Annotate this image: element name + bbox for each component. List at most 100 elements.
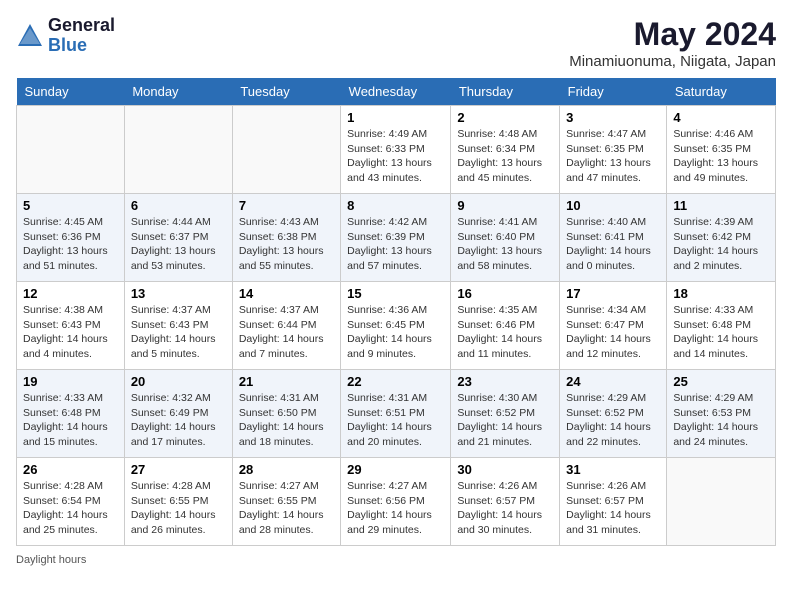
table-row: 18 Sunrise: 4:33 AM Sunset: 6:48 PM Dayli… [667,282,776,370]
day-number: 22 [347,374,444,389]
table-row: 4 Sunrise: 4:46 AM Sunset: 6:35 PM Daylig… [667,106,776,194]
table-row: 2 Sunrise: 4:48 AM Sunset: 6:34 PM Daylig… [451,106,560,194]
day-number: 24 [566,374,660,389]
table-row: 12 Sunrise: 4:38 AM Sunset: 6:43 PM Dayli… [17,282,125,370]
table-row: 28Sunrise: 4:27 AM Sunset: 6:55 PM Dayli… [232,458,340,546]
table-row [667,458,776,546]
header-friday: Friday [560,78,667,106]
day-info: Sunrise: 4:44 AM Sunset: 6:37 PM Dayligh… [131,215,226,274]
day-info: Sunrise: 4:32 AM Sunset: 6:49 PM Dayligh… [131,391,226,450]
day-number: 28 [239,462,334,477]
day-info: Sunrise: 4:38 AM Sunset: 6:43 PM Dayligh… [23,303,118,362]
day-number: 9 [457,198,553,213]
day-info: Sunrise: 4:27 AM Sunset: 6:56 PM Dayligh… [347,479,444,538]
day-number: 20 [131,374,226,389]
table-row: 24 Sunrise: 4:29 AM Sunset: 6:52 PM Dayli… [560,370,667,458]
table-row: 25 Sunrise: 4:29 AM Sunset: 6:53 PM Dayli… [667,370,776,458]
table-row: 19 Sunrise: 4:33 AM Sunset: 6:48 PM Dayli… [17,370,125,458]
table-row: 21 Sunrise: 4:31 AM Sunset: 6:50 PM Dayli… [232,370,340,458]
day-info: Sunrise: 4:39 AM Sunset: 6:42 PM Dayligh… [673,215,769,274]
day-number: 14 [239,286,334,301]
day-number: 10 [566,198,660,213]
day-info: Sunrise: 4:29 AM Sunset: 6:52 PM Dayligh… [566,391,660,450]
day-number: 25 [673,374,769,389]
week-row-3: 12 Sunrise: 4:38 AM Sunset: 6:43 PM Dayli… [17,282,776,370]
day-number: 16 [457,286,553,301]
day-info: Sunrise: 4:31 AM Sunset: 6:51 PM Dayligh… [347,391,444,450]
table-row: 16 Sunrise: 4:35 AM Sunset: 6:46 PM Dayli… [451,282,560,370]
day-info: Sunrise: 4:45 AM Sunset: 6:36 PM Dayligh… [23,215,118,274]
table-row [124,106,232,194]
logo-general-text: General [48,16,115,36]
day-number: 12 [23,286,118,301]
logo-icon [16,22,44,50]
week-row-2: 5Sunrise: 4:45 AM Sunset: 6:36 PM Daylig… [17,194,776,282]
day-info: Sunrise: 4:29 AM Sunset: 6:53 PM Dayligh… [673,391,769,450]
logo-text: General Blue [48,16,115,56]
table-row: 20 Sunrise: 4:32 AM Sunset: 6:49 PM Dayli… [124,370,232,458]
table-row [17,106,125,194]
day-number: 2 [457,110,553,125]
location-subtitle: Minamiuonuma, Niigata, Japan [569,53,776,70]
table-row: 7Sunrise: 4:43 AM Sunset: 6:38 PM Daylig… [232,194,340,282]
day-number: 17 [566,286,660,301]
table-row: 8 Sunrise: 4:42 AM Sunset: 6:39 PM Daylig… [341,194,451,282]
day-number: 6 [131,198,226,213]
header-monday: Monday [124,78,232,106]
day-info: Sunrise: 4:40 AM Sunset: 6:41 PM Dayligh… [566,215,660,274]
week-row-4: 19 Sunrise: 4:33 AM Sunset: 6:48 PM Dayli… [17,370,776,458]
title-block: May 2024 Minamiuonuma, Niigata, Japan [569,16,776,70]
day-number: 11 [673,198,769,213]
footer-note: Daylight hours [16,554,776,566]
table-row: 6 Sunrise: 4:44 AM Sunset: 6:37 PM Daylig… [124,194,232,282]
day-number: 13 [131,286,226,301]
day-number: 3 [566,110,660,125]
day-number: 19 [23,374,118,389]
day-info: Sunrise: 4:37 AM Sunset: 6:43 PM Dayligh… [131,303,226,362]
table-row: 29 Sunrise: 4:27 AM Sunset: 6:56 PM Dayli… [341,458,451,546]
table-row: 17Sunrise: 4:34 AM Sunset: 6:47 PM Dayli… [560,282,667,370]
day-number: 21 [239,374,334,389]
day-info: Sunrise: 4:46 AM Sunset: 6:35 PM Dayligh… [673,127,769,186]
day-info: Sunrise: 4:37 AM Sunset: 6:44 PM Dayligh… [239,303,334,362]
day-info: Sunrise: 4:36 AM Sunset: 6:45 PM Dayligh… [347,303,444,362]
day-number: 18 [673,286,769,301]
table-row: 9 Sunrise: 4:41 AM Sunset: 6:40 PM Daylig… [451,194,560,282]
day-number: 15 [347,286,444,301]
header-sunday: Sunday [17,78,125,106]
day-number: 4 [673,110,769,125]
month-year-title: May 2024 [569,16,776,53]
table-row [232,106,340,194]
day-info: Sunrise: 4:30 AM Sunset: 6:52 PM Dayligh… [457,391,553,450]
table-row: 30Sunrise: 4:26 AM Sunset: 6:57 PM Dayli… [451,458,560,546]
day-info: Sunrise: 4:26 AM Sunset: 6:57 PM Dayligh… [457,479,553,538]
day-info: Sunrise: 4:41 AM Sunset: 6:40 PM Dayligh… [457,215,553,274]
day-info: Sunrise: 4:31 AM Sunset: 6:50 PM Dayligh… [239,391,334,450]
table-row: 14 Sunrise: 4:37 AM Sunset: 6:44 PM Dayli… [232,282,340,370]
logo-blue-text: Blue [48,36,115,56]
day-info: Sunrise: 4:33 AM Sunset: 6:48 PM Dayligh… [673,303,769,362]
logo: General Blue [16,16,115,56]
table-row: 11 Sunrise: 4:39 AM Sunset: 6:42 PM Dayli… [667,194,776,282]
day-info: Sunrise: 4:28 AM Sunset: 6:55 PM Dayligh… [131,479,226,538]
week-row-5: 26 Sunrise: 4:28 AM Sunset: 6:54 PM Dayli… [17,458,776,546]
table-row: 3Sunrise: 4:47 AM Sunset: 6:35 PM Daylig… [560,106,667,194]
day-info: Sunrise: 4:48 AM Sunset: 6:34 PM Dayligh… [457,127,553,186]
table-row: 31Sunrise: 4:26 AM Sunset: 6:57 PM Dayli… [560,458,667,546]
table-row: 26 Sunrise: 4:28 AM Sunset: 6:54 PM Dayli… [17,458,125,546]
header-saturday: Saturday [667,78,776,106]
day-info: Sunrise: 4:28 AM Sunset: 6:54 PM Dayligh… [23,479,118,538]
day-info: Sunrise: 4:35 AM Sunset: 6:46 PM Dayligh… [457,303,553,362]
day-info: Sunrise: 4:33 AM Sunset: 6:48 PM Dayligh… [23,391,118,450]
table-row: 5Sunrise: 4:45 AM Sunset: 6:36 PM Daylig… [17,194,125,282]
day-number: 7 [239,198,334,213]
day-info: Sunrise: 4:42 AM Sunset: 6:39 PM Dayligh… [347,215,444,274]
day-number: 31 [566,462,660,477]
day-number: 8 [347,198,444,213]
table-row: 27Sunrise: 4:28 AM Sunset: 6:55 PM Dayli… [124,458,232,546]
day-number: 29 [347,462,444,477]
table-row: 22 Sunrise: 4:31 AM Sunset: 6:51 PM Dayli… [341,370,451,458]
day-number: 26 [23,462,118,477]
table-row: 15 Sunrise: 4:36 AM Sunset: 6:45 PM Dayli… [341,282,451,370]
table-row: 1Sunrise: 4:49 AM Sunset: 6:33 PM Daylig… [341,106,451,194]
